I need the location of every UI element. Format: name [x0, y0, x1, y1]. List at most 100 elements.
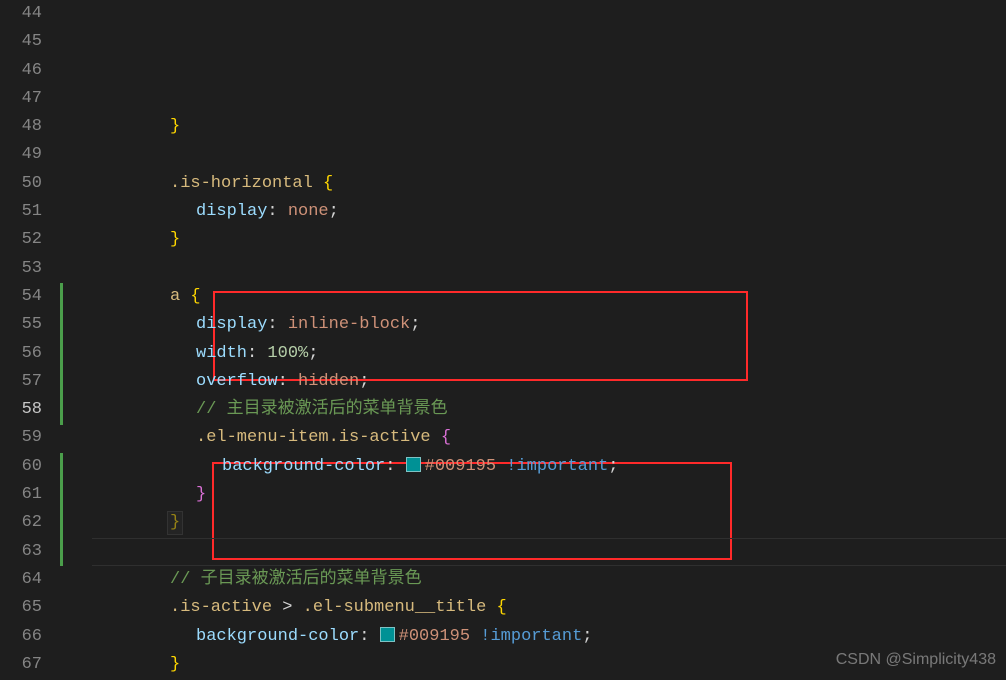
code-token[interactable]: {	[323, 174, 333, 193]
fold-gutter[interactable]	[64, 0, 92, 680]
code-token[interactable]: // 子目录被激活后的菜单背景色	[170, 570, 422, 589]
code-token[interactable]: :	[359, 627, 379, 646]
code-line[interactable]: }	[92, 226, 1006, 254]
code-token[interactable]: background-color	[222, 457, 385, 476]
code-token[interactable]: :	[385, 457, 405, 476]
code-token[interactable]: none	[288, 202, 329, 221]
modified-line-marker	[60, 453, 63, 566]
line-number[interactable]: 54	[0, 283, 54, 311]
code-line[interactable]: }	[92, 481, 1006, 509]
code-line[interactable]	[92, 141, 1006, 169]
line-number[interactable]: 44	[0, 0, 54, 28]
line-number[interactable]: 56	[0, 340, 54, 368]
code-token[interactable]: ;	[608, 457, 618, 476]
line-number[interactable]: 55	[0, 311, 54, 339]
line-number[interactable]: 63	[0, 538, 54, 566]
code-token[interactable]: :	[267, 202, 287, 221]
code-token[interactable]: {	[441, 428, 451, 447]
code-token[interactable]: width	[196, 344, 247, 363]
color-swatch[interactable]	[380, 627, 395, 642]
code-token[interactable]: }	[170, 230, 180, 249]
code-token[interactable]	[470, 627, 480, 646]
line-number[interactable]: 49	[0, 141, 54, 169]
code-token[interactable]: a	[170, 287, 180, 306]
line-number[interactable]: 53	[0, 255, 54, 283]
code-line[interactable]: a {	[92, 283, 1006, 311]
line-number[interactable]: 46	[0, 57, 54, 85]
code-token[interactable]: hidden	[298, 372, 359, 391]
cursor-brace-box	[167, 511, 183, 535]
code-token[interactable]: display	[196, 315, 267, 334]
code-token[interactable]: .is-horizontal	[170, 174, 313, 193]
code-line[interactable]: background-color: #009195 !important;	[92, 453, 1006, 481]
code-line[interactable]: overflow: hidden;	[92, 368, 1006, 396]
code-token[interactable]: {	[190, 287, 200, 306]
code-token[interactable]	[180, 287, 190, 306]
line-number[interactable]: 59	[0, 424, 54, 452]
code-line[interactable]	[92, 255, 1006, 283]
code-token[interactable]: inline-block	[288, 315, 410, 334]
code-token[interactable]: :	[267, 315, 287, 334]
line-number[interactable]: 60	[0, 453, 54, 481]
code-line[interactable]: .is-active > .el-submenu__title {	[92, 594, 1006, 622]
code-token[interactable]	[486, 598, 496, 617]
code-token[interactable]: .el-submenu__title	[303, 598, 487, 617]
line-number[interactable]: 57	[0, 368, 54, 396]
code-editor[interactable]: 4445464748495051525354555657585960616263…	[0, 0, 1006, 680]
line-number[interactable]: 47	[0, 85, 54, 113]
code-line[interactable]: background-color: #009195 !important;	[92, 623, 1006, 651]
code-line[interactable]: // 子目录被激活后的菜单背景色	[92, 566, 1006, 594]
code-token[interactable]	[431, 428, 441, 447]
code-token[interactable]: ;	[308, 344, 318, 363]
code-token[interactable]: 100%	[267, 344, 308, 363]
line-number[interactable]: 62	[0, 509, 54, 537]
code-token[interactable]: ;	[359, 372, 369, 391]
code-token[interactable]: ;	[582, 627, 592, 646]
code-token[interactable]: // 主目录被激活后的菜单背景色	[196, 400, 448, 419]
code-token[interactable]: }	[170, 655, 180, 674]
color-swatch[interactable]	[406, 457, 421, 472]
line-number-gutter[interactable]: 4445464748495051525354555657585960616263…	[0, 0, 60, 680]
code-token[interactable]: >	[272, 598, 303, 617]
code-token[interactable]: .is-active	[170, 598, 272, 617]
code-token[interactable]: !important	[480, 627, 582, 646]
code-token[interactable]: }	[170, 117, 180, 136]
code-token[interactable]	[496, 457, 506, 476]
line-number[interactable]: 50	[0, 170, 54, 198]
code-token[interactable]	[313, 174, 323, 193]
line-number[interactable]: 51	[0, 198, 54, 226]
line-number[interactable]: 45	[0, 28, 54, 56]
code-line[interactable]: width: 100%;	[92, 340, 1006, 368]
code-token[interactable]: !important	[506, 457, 608, 476]
code-token[interactable]: #009195	[399, 627, 470, 646]
code-line[interactable]: .el-menu-item.is-active {	[92, 424, 1006, 452]
code-line[interactable]: // 主目录被激活后的菜单背景色	[92, 396, 1006, 424]
code-line[interactable]: }	[92, 651, 1006, 679]
code-token[interactable]: background-color	[196, 627, 359, 646]
code-line[interactable]	[92, 538, 1006, 566]
code-token[interactable]: ;	[410, 315, 420, 334]
code-line[interactable]: .is-horizontal {	[92, 170, 1006, 198]
code-token[interactable]: :	[247, 344, 267, 363]
line-number[interactable]: 52	[0, 226, 54, 254]
line-number[interactable]: 67	[0, 651, 54, 679]
code-token[interactable]: #009195	[425, 457, 496, 476]
code-content[interactable]: }.is-horizontal {display: none;}a {displ…	[92, 0, 1006, 680]
code-token[interactable]: :	[278, 372, 298, 391]
code-token[interactable]: .el-menu-item.is-active	[196, 428, 431, 447]
code-line[interactable]: display: inline-block;	[92, 311, 1006, 339]
line-number[interactable]: 66	[0, 623, 54, 651]
code-token[interactable]: }	[196, 485, 206, 504]
line-number[interactable]: 64	[0, 566, 54, 594]
line-number[interactable]: 48	[0, 113, 54, 141]
line-number[interactable]: 65	[0, 594, 54, 622]
code-token[interactable]: display	[196, 202, 267, 221]
line-number[interactable]: 58	[0, 396, 54, 424]
code-line[interactable]: display: none;	[92, 198, 1006, 226]
code-token[interactable]: {	[496, 598, 506, 617]
line-number[interactable]: 61	[0, 481, 54, 509]
code-line[interactable]: }	[92, 113, 1006, 141]
code-token[interactable]: ;	[329, 202, 339, 221]
code-line[interactable]: }	[92, 509, 1006, 537]
code-token[interactable]: overflow	[196, 372, 278, 391]
